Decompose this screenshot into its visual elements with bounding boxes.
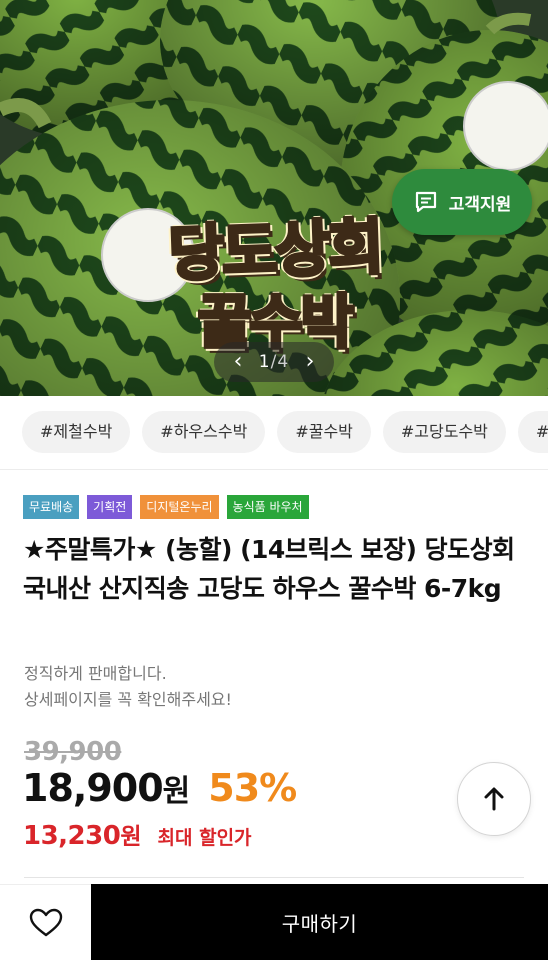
discount-rate: 53%: [208, 766, 297, 810]
bottom-action-bar: 구매하기: [0, 884, 548, 960]
product-title: ★주말특가★ (농할) (14브릭스 보장) 당도상회 국내산 산지직송 고당도…: [23, 535, 515, 603]
sale-price-group: 18,900원: [22, 766, 190, 810]
sale-price-row: 18,900원 53%: [22, 766, 297, 810]
product-image-carousel[interactable]: 당도상회 꿀수박 고객지원 ‹ 1/4 ›: [0, 0, 548, 396]
hashtag-row: #제철수박 #하우스수박 #꿀수박 #고당도수박 #수박: [22, 411, 548, 453]
badge-row: 무료배송 기획전 디지털온누리 농식품 바우처: [23, 495, 309, 519]
sale-price: 18,900: [22, 766, 164, 810]
buy-button[interactable]: 구매하기: [91, 884, 548, 960]
max-discount-price: 13,230: [23, 821, 121, 851]
pager-current: 1: [258, 352, 271, 372]
badge-free-shipping: 무료배송: [23, 495, 80, 519]
max-discount-row: 13,230원 최대 할인가: [23, 817, 252, 851]
max-discount-group: 13,230원: [23, 817, 142, 851]
customer-support-label: 고객지원: [448, 194, 512, 215]
pager-count: 1/4: [259, 352, 289, 372]
chat-bubble-icon: [413, 189, 439, 215]
badge-digital-onnuri: 디지털온누리: [140, 495, 219, 519]
badge-food-voucher: 농식품 바우처: [226, 495, 309, 519]
pager-total: 4: [277, 352, 290, 372]
heart-icon: [29, 908, 62, 936]
badge-promotion: 기획전: [87, 495, 133, 519]
sale-price-unit: 원: [162, 774, 191, 809]
hashtag-chip[interactable]: #제철수박: [22, 411, 131, 453]
arrow-up-icon: [484, 787, 504, 811]
hashtag-chip[interactable]: #수박: [517, 411, 548, 453]
description-line: 정직하게 판매합니다.: [24, 664, 167, 683]
description-line: 상세페이지를 꼭 확인해주세요!: [24, 690, 232, 709]
product-description: 정직하게 판매합니다. 상세페이지를 꼭 확인해주세요!: [24, 661, 444, 713]
section-divider: [24, 877, 524, 878]
hero-title-line1: 당도상회: [165, 210, 384, 291]
hashtag-bar: #제철수박 #하우스수박 #꿀수박 #고당도수박 #수박: [0, 396, 548, 470]
scroll-to-top-button[interactable]: [457, 762, 531, 836]
customer-support-button[interactable]: 고객지원: [392, 169, 532, 235]
wishlist-button[interactable]: [0, 884, 91, 960]
hashtag-chip[interactable]: #고당도수박: [382, 411, 506, 453]
image-pager: ‹ 1/4 ›: [214, 342, 334, 382]
hashtag-chip[interactable]: #꿀수박: [277, 411, 371, 453]
max-discount-unit: 원: [120, 824, 142, 850]
max-discount-label: 최대 할인가: [157, 827, 252, 849]
hashtag-chip[interactable]: #하우스수박: [142, 411, 266, 453]
original-price: 39,900: [24, 737, 122, 767]
chevron-left-icon[interactable]: ‹: [230, 342, 246, 382]
chevron-right-icon[interactable]: ›: [302, 342, 318, 382]
